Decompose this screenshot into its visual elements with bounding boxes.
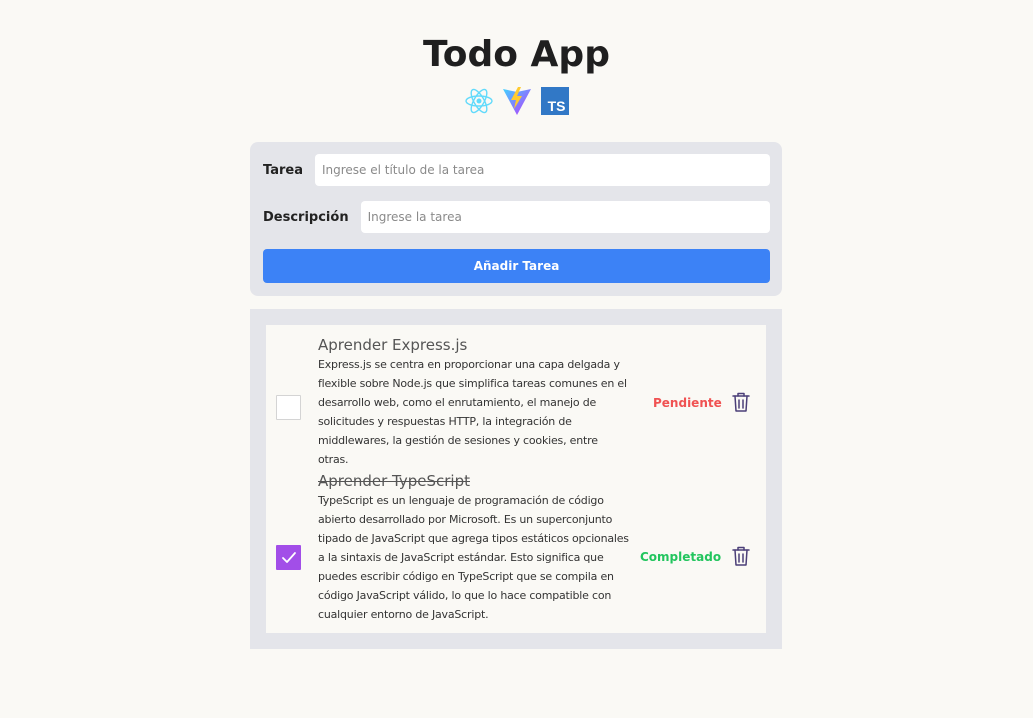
react-icon — [464, 86, 494, 116]
delete-button[interactable] — [731, 545, 751, 567]
ts-logo-text: TS — [547, 98, 566, 114]
status-badge: Pendiente — [653, 396, 722, 410]
title-row: Tarea — [263, 154, 770, 186]
app-title: Todo App — [423, 34, 610, 75]
check-icon — [282, 552, 296, 563]
task-list: Aprender Express.js Express.js se centra… — [250, 309, 782, 649]
delete-button[interactable] — [731, 391, 751, 413]
vite-icon — [502, 86, 532, 116]
trash-icon — [732, 546, 750, 566]
task-form: Tarea Descripción Añadir Tarea — [250, 142, 782, 296]
description-input[interactable] — [360, 201, 770, 233]
status-badge: Completado — [640, 550, 722, 564]
description-label: Descripción — [263, 209, 349, 225]
task-item: Aprender Express.js Express.js se centra… — [266, 335, 766, 466]
task-item: Aprender TypeScript TypeScript es un len… — [266, 471, 766, 623]
task-body: Aprender TypeScript TypeScript es un len… — [318, 471, 630, 624]
task-description: Express.js se centra en proporcionar una… — [318, 358, 627, 466]
task-title: Aprender TypeScript — [318, 472, 470, 490]
task-description: TypeScript es un lenguaje de programació… — [318, 494, 629, 621]
description-row: Descripción — [263, 201, 770, 233]
task-body: Aprender Express.js Express.js se centra… — [318, 335, 630, 469]
task-checkbox[interactable] — [276, 395, 301, 420]
task-title: Aprender Express.js — [318, 336, 468, 354]
task-checkbox[interactable] — [276, 545, 301, 570]
add-task-button[interactable]: Añadir Tarea — [263, 249, 770, 283]
task-list-inner: Aprender Express.js Express.js se centra… — [266, 325, 766, 633]
title-input[interactable] — [314, 154, 770, 186]
typescript-icon: TS — [540, 86, 570, 116]
trash-icon — [732, 392, 750, 412]
tech-logos: TS — [0, 86, 1033, 116]
title-label: Tarea — [263, 162, 303, 178]
